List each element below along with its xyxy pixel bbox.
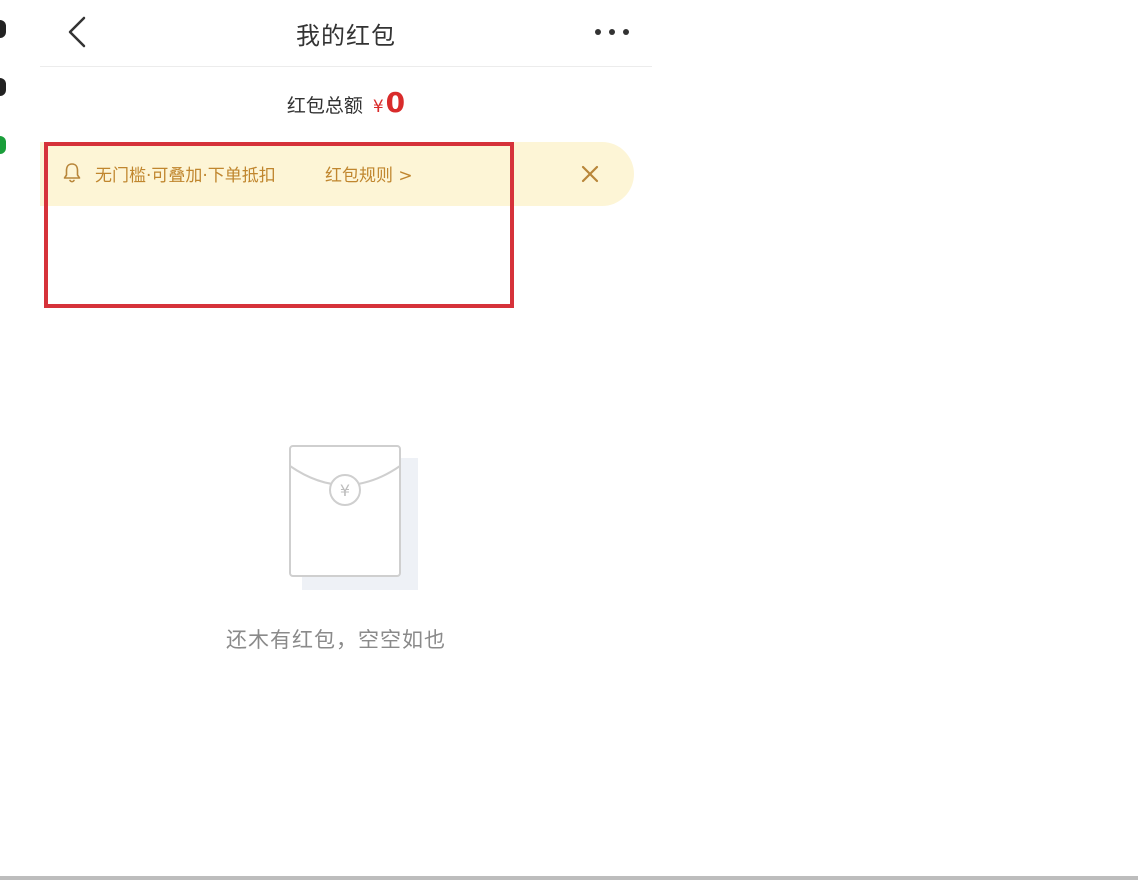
currency-symbol: ¥ xyxy=(372,97,384,117)
notice-text: 无门槛·可叠加·下单抵扣 xyxy=(95,166,276,186)
svg-text:¥: ¥ xyxy=(340,481,350,500)
total-label: 红包总额 xyxy=(286,95,363,117)
more-horizontal-icon xyxy=(595,29,629,35)
red-packet-envelope-icon: ¥ xyxy=(289,445,418,590)
more-button[interactable] xyxy=(592,20,632,44)
edge-artifact xyxy=(0,78,6,96)
page: 我的红包 红包总额 ¥0 无门槛·可叠加·下单抵扣 红包规则 > xyxy=(40,0,652,876)
edge-artifact xyxy=(0,20,6,38)
total-amount: 0 xyxy=(385,86,406,119)
rules-link[interactable]: 红包规则 > xyxy=(325,161,413,186)
close-notice-button[interactable] xyxy=(577,161,603,187)
close-icon xyxy=(581,165,599,183)
divider xyxy=(0,876,1138,880)
notice-bar: 无门槛·可叠加·下单抵扣 红包规则 > xyxy=(40,142,634,206)
nav-bar: 我的红包 xyxy=(40,0,652,67)
edge-artifact xyxy=(0,136,6,154)
empty-state-message: 还木有红包，空空如也 xyxy=(226,628,446,652)
red-packet-total: 红包总额 ¥0 xyxy=(40,86,652,119)
page-title: 我的红包 xyxy=(296,22,396,50)
bell-icon xyxy=(63,163,81,183)
